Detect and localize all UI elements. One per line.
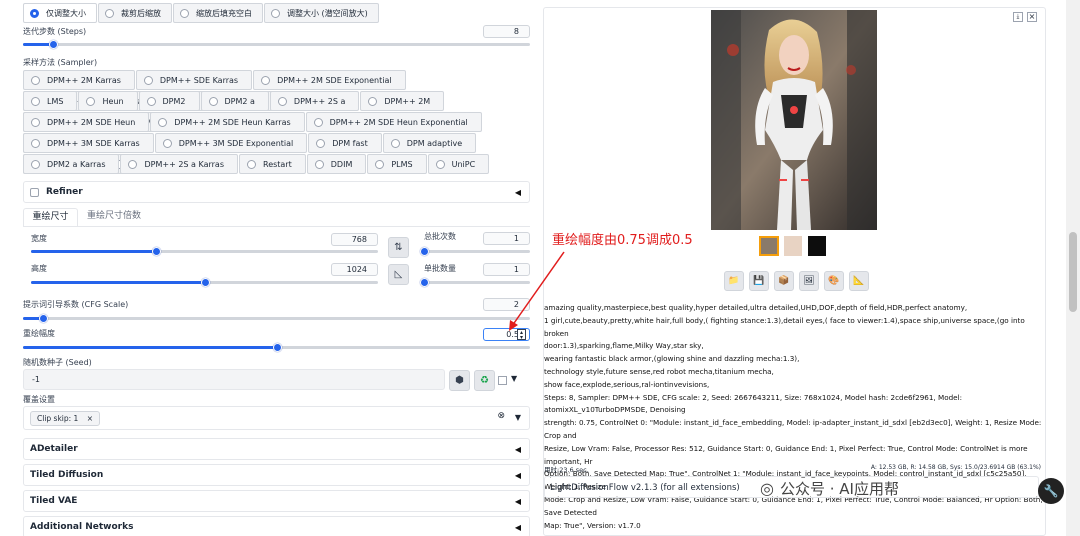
watermark-text: 公众号 · AI应用帮 <box>779 480 899 498</box>
webui-page: 仅调整大小 裁剪后缩放 缩放后填充空白 调整大小 (潜空间放大) 迭代步数 (Step… <box>0 0 1080 536</box>
annotation-arrow <box>509 251 565 331</box>
wrench-icon[interactable]: 🔧 <box>1038 478 1064 504</box>
wechat-icon: ◎ <box>760 479 774 498</box>
watermark: ◎ 公众号 · AI应用帮 <box>760 478 899 499</box>
page-scrollbar[interactable] <box>1066 0 1080 536</box>
scrollbar-thumb[interactable] <box>1069 232 1077 312</box>
